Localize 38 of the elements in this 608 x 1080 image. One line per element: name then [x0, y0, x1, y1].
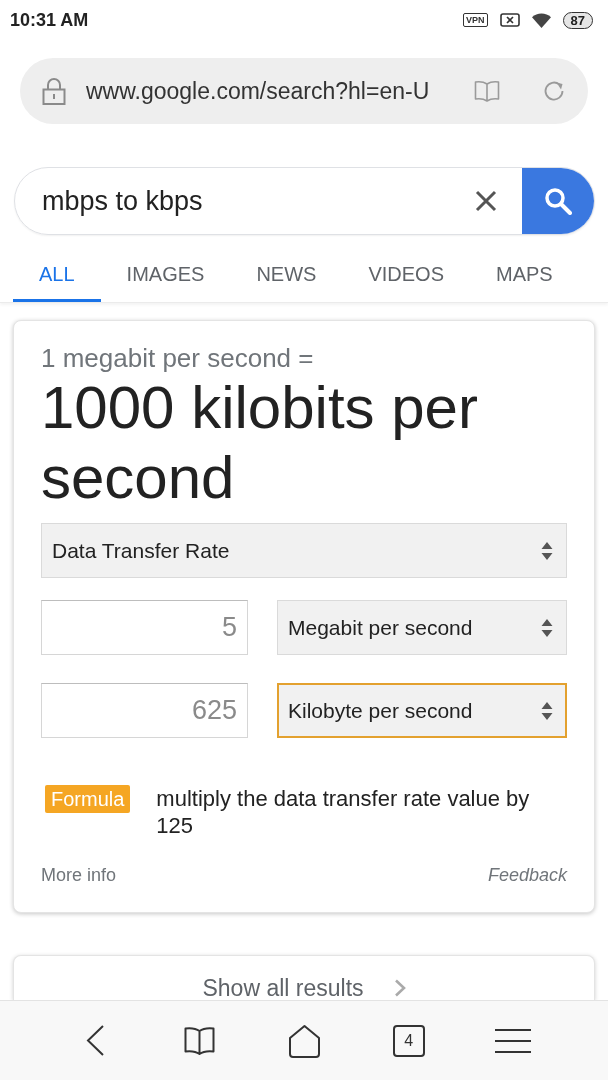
url-field[interactable]: www.google.com/search?hl=en-U: [86, 77, 464, 105]
wifi-icon: [531, 12, 551, 28]
tab[interactable]: MAPS: [469, 250, 579, 302]
search-button[interactable]: [522, 168, 594, 234]
book-icon[interactable]: [184, 1025, 216, 1056]
vpn-indicator: VPN: [463, 13, 488, 27]
updown-arrows-icon: [541, 700, 553, 721]
unit-dropdown[interactable]: Megabit per second: [277, 600, 567, 655]
search-field[interactable]: mbps to kbps: [15, 168, 475, 234]
more-info-link[interactable]: More info: [41, 863, 117, 887]
address-bar[interactable]: www.google.com/search?hl=en-U: [20, 58, 588, 124]
conversion-result: 1000 kilobits per second: [41, 373, 479, 513]
amount-field[interactable]: 5: [41, 600, 248, 655]
category-dropdown[interactable]: Data Transfer Rate: [41, 523, 567, 578]
updown-arrows-icon: [541, 540, 553, 561]
updown-arrows-icon: [541, 617, 553, 638]
conversion-equation: 1 megabit per second =: [41, 343, 315, 373]
crossed-box-icon: [499, 13, 520, 27]
feedback-link[interactable]: Feedback: [487, 863, 567, 887]
tab[interactable]: ALL: [13, 250, 101, 302]
tab[interactable]: NEWS: [230, 250, 343, 302]
chevron-right-icon: [393, 979, 406, 997]
battery-indicator: 87: [562, 11, 593, 29]
show-all-results-link[interactable]: Show all results: [202, 976, 406, 1000]
formula-text: multiply the data transfer rate value by 125: [156, 785, 531, 839]
search-icon: [544, 187, 572, 215]
tabs-button[interactable]: 4: [392, 1024, 425, 1057]
amount-field[interactable]: 625: [41, 683, 248, 738]
formula-label: Formula: [45, 785, 131, 813]
status-time: 10:31 AM: [10, 9, 90, 31]
back-icon[interactable]: [86, 1025, 105, 1056]
tab[interactable]: VIDEOS: [342, 250, 470, 302]
menu-icon[interactable]: [495, 1027, 532, 1054]
unit-dropdown[interactable]: Kilobyte per second: [277, 683, 567, 738]
tab[interactable]: IMAGES: [100, 250, 231, 302]
home-icon[interactable]: [287, 1023, 321, 1058]
lock-icon: [42, 77, 66, 105]
close-icon[interactable]: [475, 190, 497, 212]
